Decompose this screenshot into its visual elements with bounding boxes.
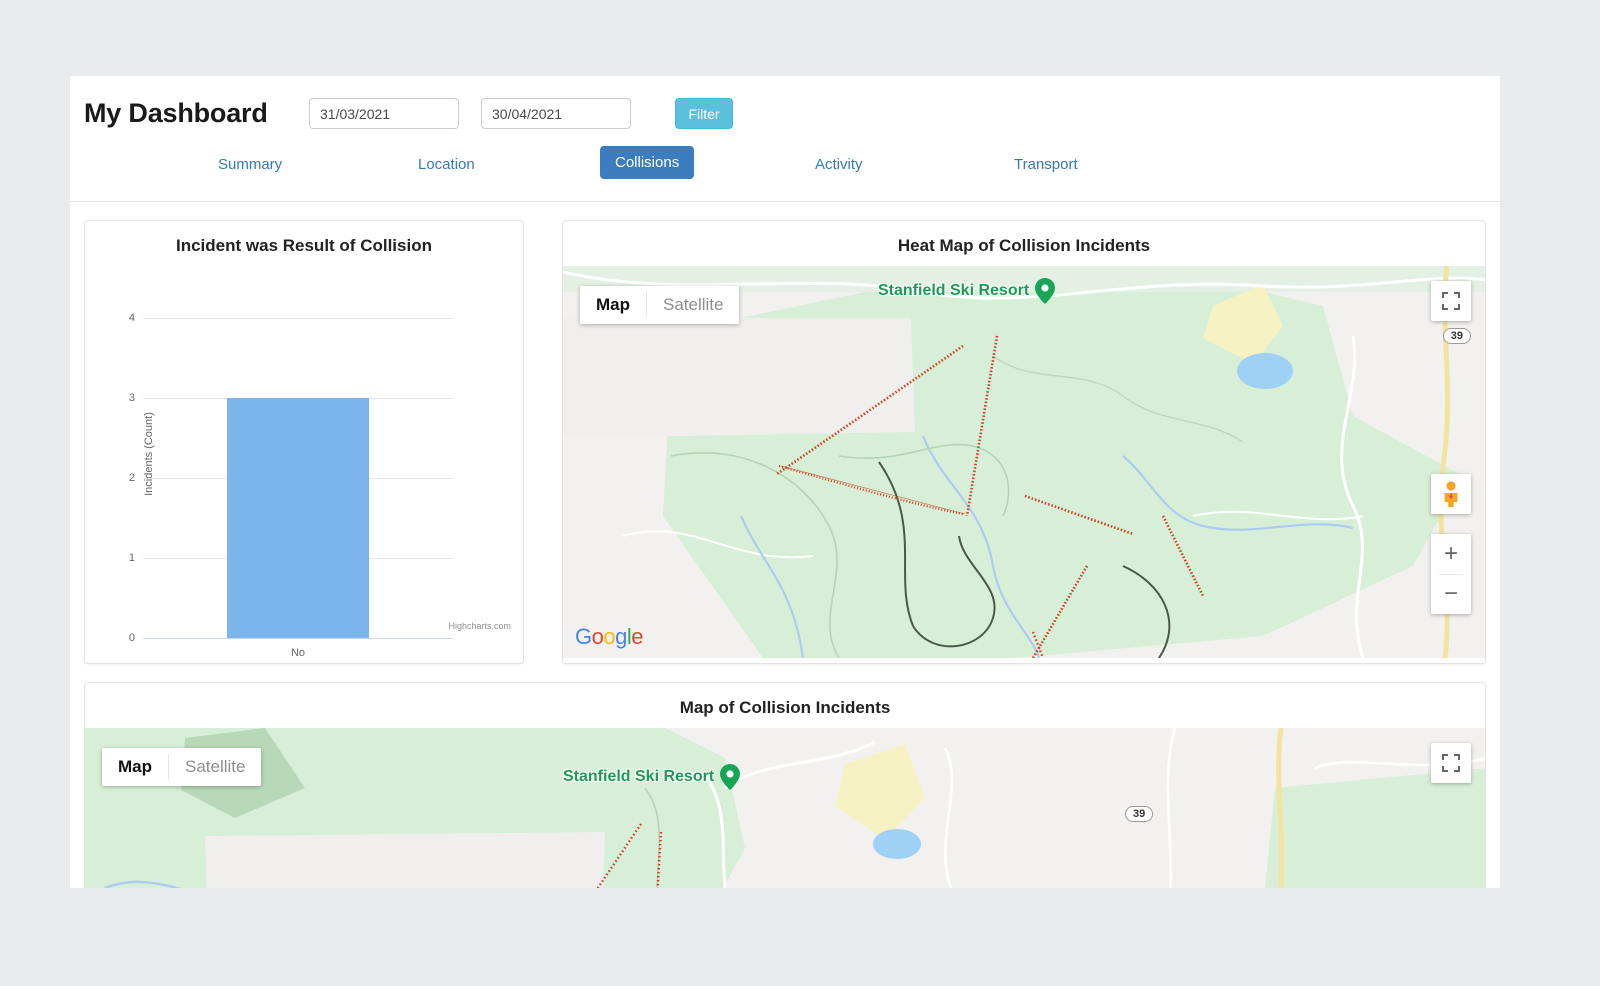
zoom-controls[interactable]: + − — [1431, 534, 1471, 614]
chart-y-tick-label: 2 — [128, 472, 135, 484]
filter-button[interactable]: Filter — [675, 98, 733, 129]
maptype-control-2[interactable]: Map Satellite — [102, 748, 262, 786]
highcharts-container: Incidents (Count) 01234 No Highcharts.co… — [85, 266, 523, 659]
fullscreen-icon-2 — [1442, 754, 1460, 772]
collision-map-canvas[interactable]: Map Satellite Stanfield Ski Resort 39 — [85, 728, 1485, 888]
chart-plot-area: 0 1 2 3 4 No — [129, 312, 453, 659]
date-to-input[interactable] — [481, 98, 631, 129]
maptype-map-button[interactable]: Map — [580, 286, 646, 324]
chart-title: Incident was Result of Collision — [176, 236, 432, 255]
fullscreen-icon — [1442, 292, 1460, 310]
collision-chart-panel: Incident was Result of Collision Inciden… — [84, 220, 524, 664]
google-logo-g2: g — [615, 624, 627, 649]
google-logo-o2: o — [603, 624, 616, 649]
google-logo: Google — [575, 624, 644, 650]
chart-y-tick-label: 0 — [128, 632, 135, 644]
heatmap-panel: Heat Map of Collision Incidents Map Sate… — [562, 220, 1486, 664]
tab-transport[interactable]: Transport — [1010, 148, 1082, 181]
dashboard-header: My Dashboard Filter Summary Location Col… — [70, 76, 1500, 202]
road-shield-39: 39 — [1442, 328, 1471, 344]
map-pin-icon-2 — [720, 764, 741, 790]
page-title: My Dashboard — [84, 98, 268, 128]
maptype-satellite-button[interactable]: Satellite — [647, 286, 740, 324]
collision-map-panel: Map of Collision Incidents Map Satellite… — [84, 682, 1486, 888]
fullscreen-button[interactable] — [1431, 281, 1471, 321]
tab-collisions[interactable]: Collisions — [600, 146, 695, 179]
google-logo-e: e — [631, 624, 644, 649]
street-view-pegman-button[interactable] — [1431, 474, 1471, 514]
maptype-control[interactable]: Map Satellite — [580, 286, 740, 324]
chart-y-tick-label: 3 — [128, 392, 135, 404]
map-tiles — [563, 266, 1485, 658]
place-label-text-2: Stanfield Ski Resort — [563, 768, 715, 785]
map-tiles-2 — [85, 728, 1485, 888]
chart-bar[interactable] — [226, 398, 370, 638]
google-logo-o1: o — [591, 624, 604, 649]
highcharts-credit: Highcharts.com — [448, 621, 511, 631]
chart-gridline: 0 — [129, 632, 453, 644]
chart-y-tick-label: 1 — [128, 552, 135, 564]
tab-location[interactable]: Location — [414, 148, 479, 181]
maptype-map-button-2[interactable]: Map — [102, 748, 168, 786]
tab-summary[interactable]: Summary — [214, 148, 286, 181]
heatmap-map-canvas[interactable]: Map Satellite Stanfield Ski Resort 39 + … — [563, 266, 1485, 658]
place-marker-stanfield[interactable]: Stanfield Ski Resort — [878, 278, 1056, 304]
pegman-icon — [1444, 481, 1458, 507]
map-title: Map of Collision Incidents — [679, 698, 891, 717]
place-label-text: Stanfield Ski Resort — [878, 282, 1030, 299]
maptype-satellite-button-2[interactable]: Satellite — [169, 748, 262, 786]
dashboard-window: My Dashboard Filter Summary Location Col… — [70, 76, 1500, 888]
chart-x-tick-label: No — [290, 647, 306, 659]
zoom-in-button[interactable]: + — [1431, 534, 1471, 574]
date-from-input[interactable] — [309, 98, 459, 129]
tab-activity[interactable]: Activity — [811, 148, 867, 181]
heatmap-title: Heat Map of Collision Incidents — [897, 236, 1151, 255]
zoom-out-button[interactable]: − — [1431, 574, 1471, 614]
dashboard-tabs: Summary Location Collisions Activity Tra… — [70, 146, 1500, 192]
google-logo-g: G — [575, 624, 592, 649]
fullscreen-button-2[interactable] — [1431, 743, 1471, 783]
road-shield-39-2: 39 — [1125, 806, 1154, 822]
chart-gridline: 4 — [129, 312, 453, 324]
map-pin-icon — [1035, 278, 1056, 304]
chart-y-tick-label: 4 — [128, 312, 135, 324]
place-marker-stanfield-2[interactable]: Stanfield Ski Resort — [563, 764, 741, 790]
